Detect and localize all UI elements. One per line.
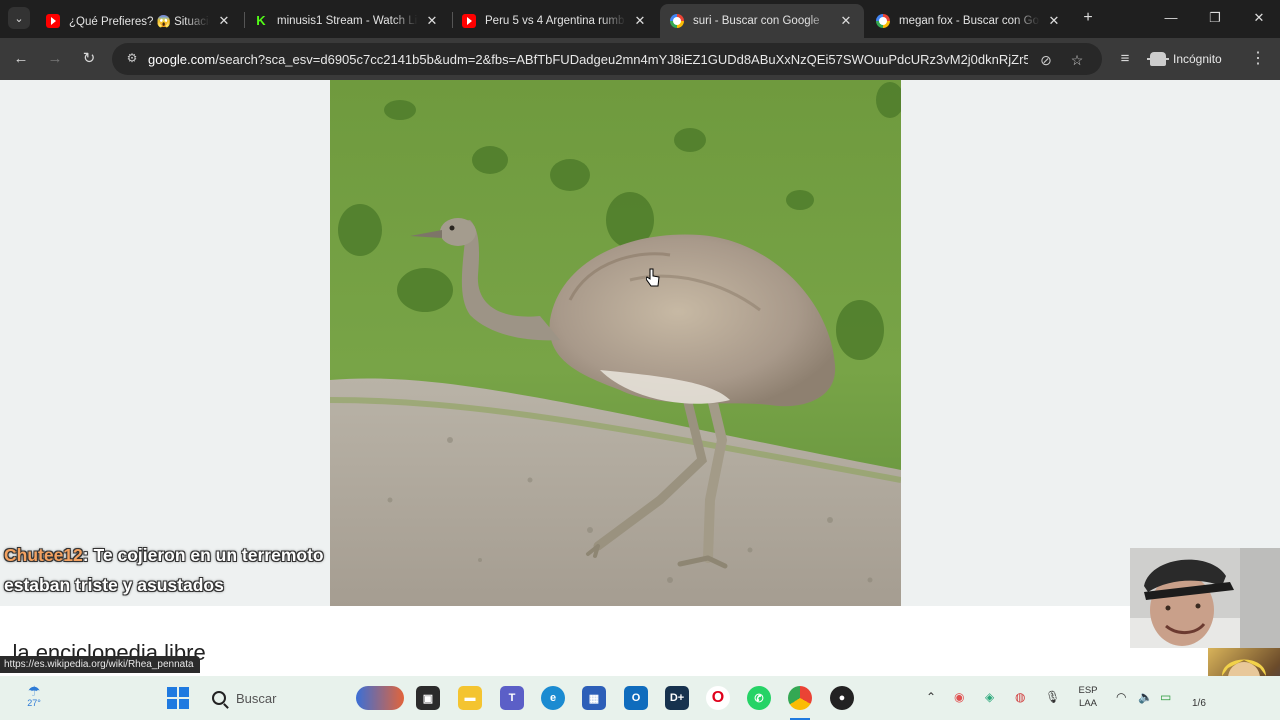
file-explorer-icon[interactable]: ▬ (458, 686, 482, 710)
tab-title: ¿Qué Prefieres? 😱 Situacio (69, 16, 210, 28)
tab-strip: ⌄ ¿Qué Prefieres? 😱 Situacio ✕ K minusis… (0, 0, 1280, 38)
star-icon[interactable]: ☆ (1068, 51, 1086, 69)
restore-icon: ❐ (1209, 10, 1221, 25)
google-icon (670, 14, 684, 28)
browser-toolbar: ← → ↻ ⚙ google.com/search?sca_esv=d6905c… (0, 38, 1280, 80)
arrow-left-icon: ← (13, 50, 29, 67)
lang-code: ESP (1078, 685, 1098, 696)
address-bar[interactable]: ⚙ google.com/search?sca_esv=d6905c7cc214… (112, 43, 1102, 75)
outlook-icon[interactable]: O (624, 686, 648, 710)
status-bar-url: https://es.wikipedia.org/wiki/Rhea_penna… (0, 656, 200, 673)
tab-youtube-peru-argentina[interactable]: Peru 5 vs 4 Argentina rumb ✕ (452, 4, 658, 38)
weather-icon: ☂ (27, 683, 41, 699)
reload-button[interactable]: ↻ (78, 48, 100, 70)
back-button[interactable]: ← (10, 48, 32, 70)
streamer-face (1130, 548, 1280, 648)
youtube-icon (46, 14, 60, 28)
disney-plus-icon[interactable]: D+ (665, 686, 689, 710)
tray-security-icon[interactable]: ◍ (1015, 690, 1025, 704)
language-indicator[interactable]: ESP LAA (1076, 684, 1100, 710)
minimize-icon: — (1164, 10, 1178, 25)
incognito-icon (1147, 52, 1169, 66)
close-icon[interactable]: ✕ (632, 13, 648, 29)
arrow-right-icon: → (47, 50, 63, 67)
tab-youtube-que-prefieres[interactable]: ¿Qué Prefieres? 😱 Situacio ✕ (36, 4, 242, 38)
teams-icon[interactable]: T (500, 686, 524, 710)
restore-button[interactable]: ❐ (1200, 8, 1230, 28)
search-highlight-icon[interactable] (356, 686, 404, 710)
media-controls-button[interactable]: ≡ (1114, 48, 1136, 70)
tab-title: minusis1 Stream - Watch Liv (277, 15, 418, 27)
search-placeholder: Buscar (236, 690, 277, 706)
tab-suri-google-active[interactable]: suri - Buscar con Google ✕ (660, 4, 864, 38)
close-icon[interactable]: ✕ (216, 13, 232, 29)
windows-taskbar: ☂ 27° Buscar ▣ ▬ T e ▦ O D+ O ✆ ● ⌃ ◉ ◈ … (0, 676, 1280, 720)
url-path: /search?sca_esv=d6905c7cc2141b5b&udm=2&f… (215, 51, 1028, 67)
whatsapp-icon[interactable]: ✆ (747, 686, 771, 710)
chevron-down-icon: ⌄ (14, 12, 24, 25)
youtube-icon (462, 14, 476, 28)
start-button[interactable] (166, 686, 190, 710)
chevron-up-icon[interactable]: ⌃ (926, 690, 936, 704)
weather-temp: 27° (27, 698, 41, 708)
tab-kick-stream[interactable]: K minusis1 Stream - Watch Liv ✕ (244, 4, 450, 38)
volume-icon[interactable]: 🔈 (1138, 690, 1153, 704)
page-content: a, la enciclopedia libre Chutee12: Te co… (0, 80, 1280, 676)
tray-sync-icon[interactable]: ◈ (985, 690, 994, 704)
forward-button[interactable]: → (44, 48, 66, 70)
google-icon (876, 14, 890, 28)
eye-off-icon[interactable]: ⊘ (1037, 51, 1055, 69)
kick-icon: K (254, 14, 268, 28)
opera-icon[interactable]: O (706, 686, 730, 710)
close-window-button[interactable]: ✕ (1244, 8, 1274, 28)
more-vert-icon: ⋮ (1250, 50, 1266, 67)
tab-search-button[interactable]: ⌄ (8, 7, 30, 29)
close-icon[interactable]: ✕ (838, 13, 854, 29)
close-icon[interactable]: ✕ (1046, 13, 1062, 29)
incognito-label: Incógnito (1173, 52, 1222, 66)
plus-icon: + (1083, 9, 1093, 26)
tray-app-icon[interactable]: ◉ (954, 690, 964, 704)
close-icon[interactable]: ✕ (424, 13, 440, 29)
minimize-button[interactable]: — (1156, 8, 1186, 28)
windows-icon (167, 687, 189, 709)
new-tab-button[interactable]: + (1078, 8, 1098, 28)
rhea-bird-image (330, 80, 901, 606)
chat-username: Chutee12 (4, 545, 83, 565)
tab-title: Peru 5 vs 4 Argentina rumb (485, 15, 625, 27)
browser-menu-button[interactable]: ⋮ (1250, 48, 1266, 68)
playlist-icon: ≡ (1120, 50, 1130, 67)
chat-overlay: Chutee12: Te cojieron en un terremoto es… (4, 540, 384, 600)
battery-icon[interactable]: ▭ (1160, 690, 1171, 704)
incognito-indicator[interactable]: Incógnito (1147, 46, 1222, 72)
keyboard-layout: LAA (1079, 698, 1097, 709)
url-host: google.com (148, 51, 216, 67)
close-icon: ✕ (1253, 10, 1265, 25)
edge-icon[interactable]: e (541, 686, 565, 710)
clock-date[interactable]: 1/6 (1192, 698, 1206, 709)
obs-icon[interactable]: ● (830, 686, 854, 710)
store-icon[interactable]: ▦ (582, 686, 606, 710)
reload-icon: ↻ (82, 50, 96, 67)
wifi-icon[interactable]: ◠ (1116, 690, 1126, 704)
hand-cursor-icon (645, 268, 660, 293)
weather-widget[interactable]: ☂ 27° (22, 684, 46, 708)
site-info-icon[interactable]: ⚙ (124, 51, 140, 67)
search-icon (212, 691, 226, 705)
microphone-icon[interactable]: 🎙 (1045, 690, 1060, 704)
tab-title: suri - Buscar con Google (693, 15, 820, 27)
url-text[interactable]: google.com/search?sca_esv=d6905c7cc2141b… (148, 52, 1028, 67)
webcam-overlay (1130, 548, 1280, 648)
rhea-photo[interactable] (330, 80, 901, 606)
task-view-icon[interactable]: ▣ (416, 686, 440, 710)
tab-megan-fox-google[interactable]: megan fox - Buscar con Goo ✕ (866, 4, 1072, 38)
tab-title: megan fox - Buscar con Goo (899, 15, 1040, 27)
chrome-icon[interactable] (788, 686, 812, 710)
